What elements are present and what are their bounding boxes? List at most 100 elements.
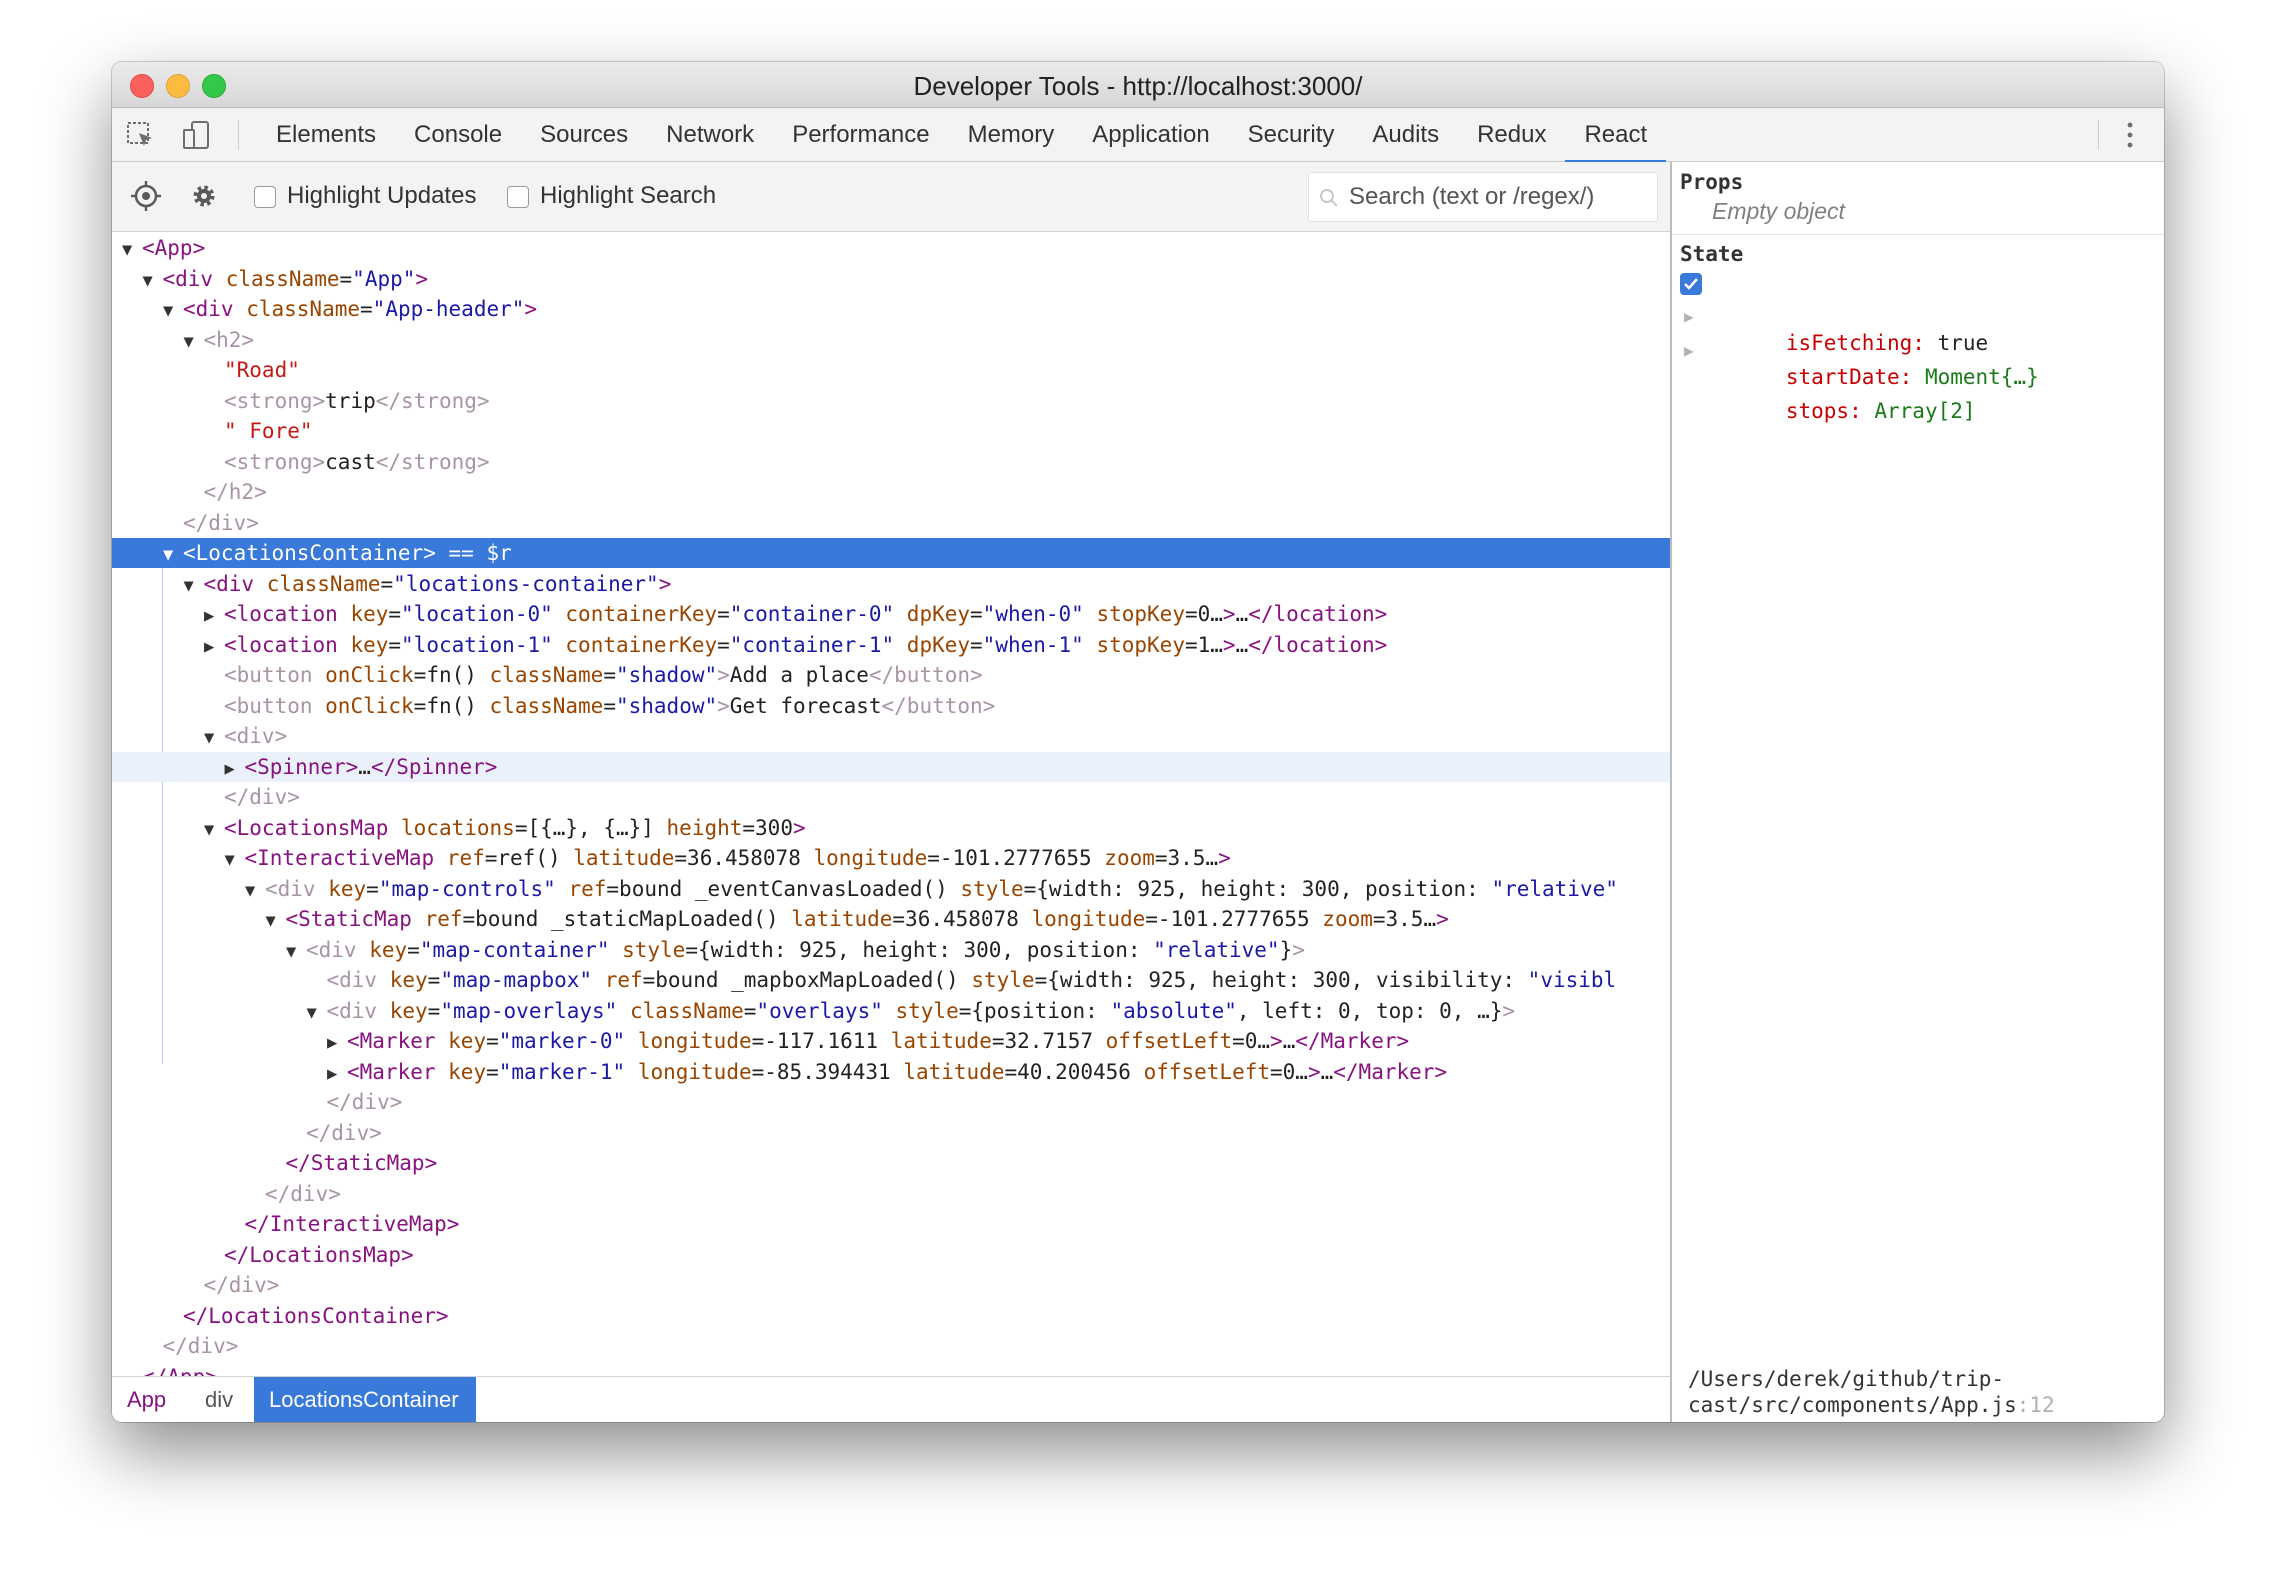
breadcrumb-div[interactable]: div — [190, 1377, 248, 1422]
highlight-search-label: Highlight Search — [540, 182, 717, 209]
settings-gear-icon[interactable] — [188, 180, 220, 212]
tree-row[interactable]: ▼ <div className="App-header"> — [112, 294, 1670, 324]
tree-row[interactable]: ▼ <LocationsMap locations=[{…}, {…}] heig… — [112, 813, 1670, 843]
tab-sources[interactable]: Sources — [521, 108, 647, 162]
select-element-icon[interactable] — [130, 180, 162, 212]
expand-triangle-icon[interactable]: ▶ — [225, 754, 245, 784]
expand-triangle-icon[interactable]: ▶ — [204, 601, 224, 631]
tree-token: "Road" — [224, 358, 300, 382]
tree-row[interactable]: <div key="map-mapbox" ref=bound _mapboxM… — [112, 965, 1670, 995]
tree-token: <StaticMap — [285, 907, 425, 931]
tree-row[interactable]: ▼ <div className="locations-container"> — [112, 569, 1670, 599]
tree-row[interactable]: ▶ <Marker key="marker-1" longitude=-85.39… — [112, 1057, 1670, 1087]
highlight-updates-checkbox[interactable] — [254, 186, 276, 208]
device-toolbar-icon[interactable] — [180, 118, 214, 152]
tree-row[interactable]: </div> — [112, 1270, 1670, 1300]
tree-row[interactable]: ▼ <div className="App"> — [112, 264, 1670, 294]
tree-row[interactable]: </div> — [112, 1087, 1670, 1117]
tree-row[interactable]: <strong>trip</strong> — [112, 386, 1670, 416]
props-empty-text: Empty object — [1712, 198, 1845, 224]
state-row-stops[interactable]: ▶ stops: Array[2] — [1680, 336, 2080, 423]
tree-row[interactable]: ▼ <h2> — [112, 325, 1670, 355]
tree-row[interactable]: <button onClick=fn() className="shadow">… — [112, 660, 1670, 690]
state-row-startdate[interactable]: ▶ startDate: Moment{…} — [1680, 302, 2080, 389]
tab-redux[interactable]: Redux — [1458, 108, 1565, 162]
tree-row[interactable]: </div> — [112, 508, 1670, 538]
tree-row[interactable]: </div> — [112, 1179, 1670, 1209]
tree-row[interactable]: ▶ <location key="location-1" containerKey… — [112, 630, 1670, 660]
breadcrumb-app[interactable]: App — [112, 1377, 181, 1422]
tree-token: =3.5… — [1372, 907, 1437, 931]
tab-memory[interactable]: Memory — [949, 108, 1074, 162]
tree-row[interactable]: ▼ <InteractiveMap ref=ref() latitude=36.4… — [112, 843, 1670, 873]
tree-row[interactable]: </div> — [112, 1118, 1670, 1148]
tree-row[interactable]: <button onClick=fn() className="shadow">… — [112, 691, 1670, 721]
tree-row[interactable]: ▼ <App> — [112, 233, 1670, 263]
collapse-triangle-icon[interactable]: ▼ — [286, 937, 306, 967]
collapse-triangle-icon[interactable]: ▼ — [266, 906, 286, 936]
tree-token: longitude — [637, 1029, 752, 1053]
collapse-triangle-icon[interactable]: ▼ — [184, 571, 204, 601]
tree-row[interactable]: ▼ <div key="map-controls" ref=bound _even… — [112, 874, 1670, 904]
search-input[interactable] — [1349, 179, 1649, 215]
tree-row[interactable]: </InteractiveMap> — [112, 1209, 1670, 1239]
collapse-triangle-icon[interactable]: ▼ — [307, 998, 327, 1028]
tree-token: latitude — [791, 907, 893, 931]
tree-row[interactable]: ▶ <location key="location-0" containerKey… — [112, 599, 1670, 629]
tab-network[interactable]: Network — [647, 108, 773, 162]
tree-row[interactable]: "Road" — [112, 355, 1670, 385]
tree-row[interactable]: </LocationsMap> — [112, 1240, 1670, 1270]
expand-triangle-icon[interactable]: ▶ — [1684, 302, 1694, 332]
expand-triangle-icon[interactable]: ▶ — [327, 1059, 347, 1089]
expand-triangle-icon[interactable]: ▶ — [1684, 336, 1694, 366]
tree-row-selected[interactable]: ▼ <LocationsContainer> == $r — [112, 538, 1670, 568]
checkbox-checked-icon[interactable] — [1680, 273, 1702, 295]
tab-console[interactable]: Console — [395, 108, 521, 162]
tree-row[interactable]: </div> — [112, 1331, 1670, 1361]
expand-triangle-icon[interactable]: ▶ — [204, 632, 224, 662]
expand-triangle-icon[interactable]: ▶ — [327, 1028, 347, 1058]
highlight-search-checkbox[interactable] — [507, 186, 529, 208]
tree-row[interactable]: </h2> — [112, 477, 1670, 507]
collapse-triangle-icon[interactable]: ▼ — [143, 266, 163, 296]
breadcrumb-locations-container[interactable]: LocationsContainer — [254, 1377, 476, 1422]
tree-row[interactable]: " Fore" — [112, 416, 1670, 446]
tab-audits[interactable]: Audits — [1353, 108, 1458, 162]
tree-row[interactable]: ▼ <div key="map-overlays" className="over… — [112, 996, 1670, 1026]
tree-token: ={width: 925, height: 300, position: — [1023, 876, 1492, 901]
tree-token: "location-1" — [401, 632, 566, 657]
tree-row[interactable]: ▼ <StaticMap ref=bound _staticMapLoaded()… — [112, 904, 1670, 934]
source-path[interactable]: /Users/derek/github/trip- cast/src/compo… — [1688, 1366, 2055, 1418]
collapse-triangle-icon[interactable]: ▼ — [163, 540, 183, 570]
pane-divider — [1672, 234, 2164, 235]
tree-row[interactable]: <strong>cast</strong> — [112, 447, 1670, 477]
tree-token: </Marker> — [1295, 1029, 1410, 1053]
collapse-triangle-icon[interactable]: ▼ — [204, 815, 224, 845]
tab-react[interactable]: React — [1565, 108, 1666, 163]
tree-row[interactable]: ▶ <Marker key="marker-0" longitude=-117.1… — [112, 1026, 1670, 1056]
tree-token: latitude — [903, 1059, 1005, 1084]
collapse-triangle-icon[interactable]: ▼ — [225, 845, 245, 875]
state-row-isfetching[interactable]: isFetching: true — [1680, 268, 2080, 355]
collapse-triangle-icon[interactable]: ▼ — [245, 876, 265, 906]
tree-row[interactable]: ▼ <div key="map-container" style={width: … — [112, 935, 1670, 965]
tree-row[interactable]: </StaticMap> — [112, 1148, 1670, 1178]
tree-row[interactable]: ▶ <Spinner>…</Spinner> — [112, 751, 1670, 784]
tree-row[interactable]: </LocationsContainer> — [112, 1301, 1670, 1331]
tree-row[interactable]: ▼ <div> — [112, 721, 1670, 751]
more-options-icon[interactable] — [2124, 120, 2136, 150]
tab-elements[interactable]: Elements — [257, 108, 395, 162]
state-key: startDate: — [1785, 365, 1913, 389]
collapse-triangle-icon[interactable]: ▼ — [122, 235, 142, 265]
collapse-triangle-icon[interactable]: ▼ — [184, 327, 204, 357]
collapse-triangle-icon[interactable]: ▼ — [204, 723, 224, 753]
inspect-element-icon[interactable] — [124, 118, 158, 152]
tree-token: </Marker> — [1333, 1059, 1448, 1084]
tab-security[interactable]: Security — [1229, 108, 1354, 162]
tab-performance[interactable]: Performance — [773, 108, 948, 162]
tree-row[interactable]: </div> — [112, 782, 1670, 812]
tree-token: "shadow" — [615, 693, 718, 718]
collapse-triangle-icon[interactable]: ▼ — [163, 296, 183, 326]
tab-application[interactable]: Application — [1073, 108, 1228, 162]
tree-token: className — [629, 998, 744, 1023]
